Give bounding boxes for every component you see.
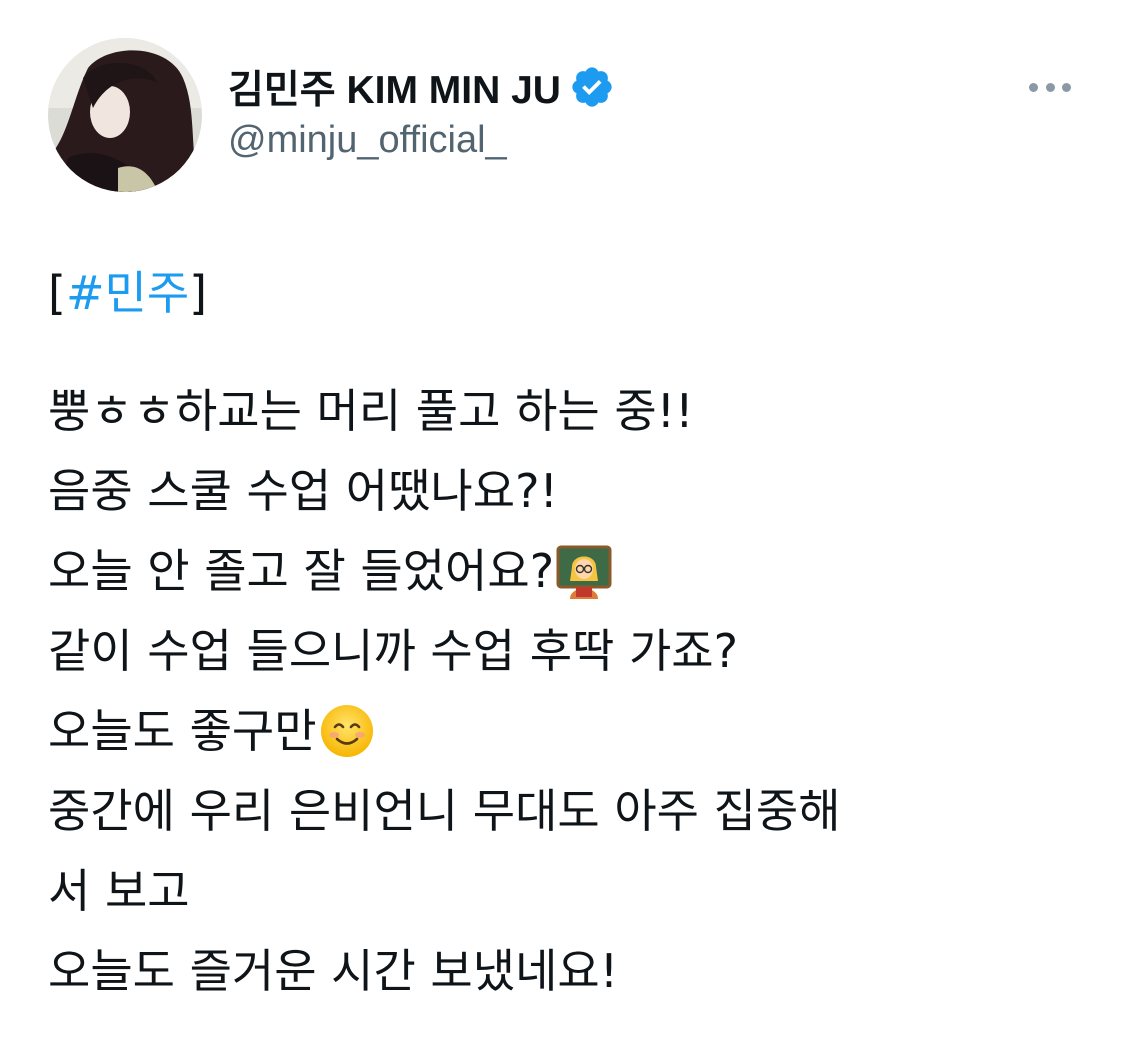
- tweet-line-text: 뿡ㅎㅎ하교는 머리 풀고 하는 중!!: [48, 384, 694, 438]
- more-options-button[interactable]: [1025, 74, 1075, 100]
- tweet-line-text: 오늘도 좋구만: [48, 704, 317, 758]
- tweet-text: [#민주] 뿡ㅎㅎ하교는 머리 풀고 하는 중!! 음중 스쿨 수업 어땠나요?…: [48, 253, 1098, 1011]
- tweet-line: 뿡ㅎㅎ하교는 머리 풀고 하는 중!!: [48, 371, 1098, 451]
- bracket-close: ]: [189, 266, 208, 320]
- tweet-line: 같이 수업 들으니까 수업 후딱 가죠?: [48, 611, 1098, 691]
- tweet-line-text: 음중 스쿨 수업 어땠나요?!: [48, 464, 558, 518]
- tweet-card: 김민주 KIM MIN JU @minju_official_ [#민주] 뿡ㅎ…: [0, 0, 1125, 1063]
- tweet-line-text: 서 보고: [48, 864, 190, 918]
- tweet-line: 중간에 우리 은비언니 무대도 아주 집중해: [48, 771, 1098, 851]
- tweet-line: 음중 스쿨 수업 어땠나요?!: [48, 451, 1098, 531]
- name-row: 김민주 KIM MIN JU: [228, 62, 615, 112]
- tweet-line-text: 오늘 안 졸고 잘 들었어요?: [48, 544, 555, 598]
- tweet-line-text: 같이 수업 들으니까 수업 후딱 가죠?: [48, 624, 739, 678]
- hashtag-line: [#민주]: [48, 253, 1098, 333]
- tweet-line: 오늘 안 졸고 잘 들었어요?: [48, 531, 1098, 611]
- woman-teacher-emoji-icon: [556, 545, 612, 599]
- verified-badge-icon: [572, 67, 612, 107]
- smiling-face-emoji-icon: [320, 705, 373, 757]
- bracket-open: [: [48, 266, 66, 320]
- more-dot-icon: [1062, 82, 1071, 92]
- avatar[interactable]: [48, 38, 202, 192]
- tweet-line-text: 중간에 우리 은비언니 무대도 아주 집중해: [48, 784, 841, 838]
- more-dot-icon: [1029, 82, 1038, 92]
- display-name[interactable]: 김민주 KIM MIN JU: [228, 59, 561, 115]
- tweet-line: 오늘도 즐거운 시간 보냈네요!: [48, 931, 1098, 1011]
- avatar-photo: [48, 38, 202, 192]
- tweet-line: 오늘도 좋구만: [48, 691, 1098, 771]
- user-handle[interactable]: @minju_official_: [228, 119, 507, 162]
- tweet-line: 서 보고: [48, 851, 1098, 931]
- more-dot-icon: [1045, 82, 1055, 92]
- hashtag-link[interactable]: #민주: [66, 253, 189, 333]
- tweet-line-text: 오늘도 즐거운 시간 보냈네요!: [48, 944, 619, 998]
